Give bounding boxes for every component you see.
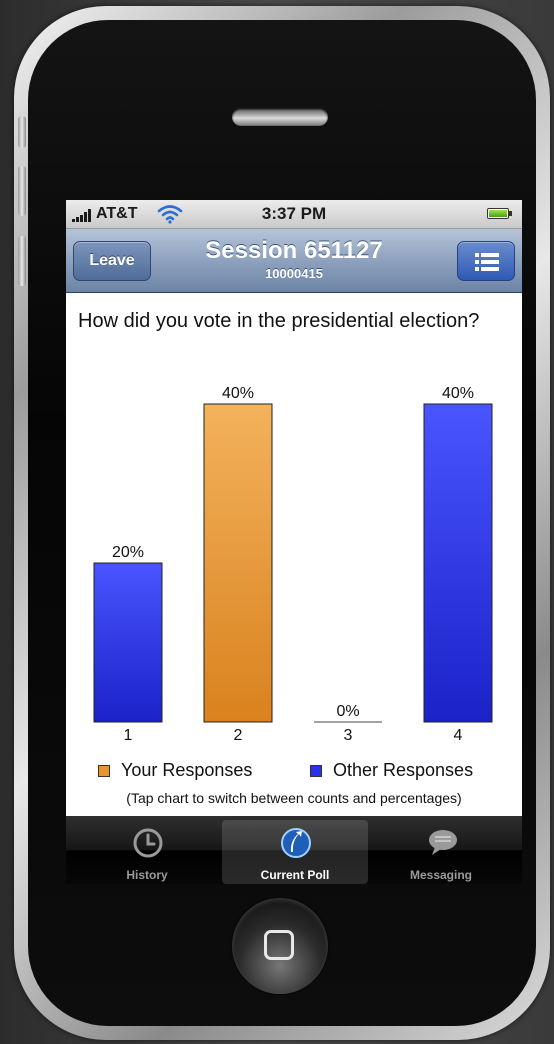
legend-label-other: Other Responses (333, 760, 474, 780)
clock-time: 3:37 PM (261, 204, 327, 223)
volume-down-button (18, 236, 26, 286)
legend-other-responses: Other Responses (310, 760, 473, 781)
list-icon (475, 253, 499, 271)
tab-history-label: History (126, 868, 168, 882)
home-button[interactable] (232, 898, 328, 994)
bar-value-label: 40% (222, 385, 254, 402)
category-label: 3 (344, 727, 353, 744)
chat-bubble-icon (429, 830, 457, 855)
chart-hint: (Tap chart to switch between counts and … (126, 790, 462, 806)
battery-icon (487, 208, 509, 219)
menu-button[interactable] (457, 241, 515, 281)
bar-1[interactable] (93, 562, 163, 723)
bar-4[interactable] (423, 403, 493, 723)
legend-your-responses: Your Responses (98, 760, 252, 781)
legend-label-your: Your Responses (121, 760, 253, 780)
bar-value-label: 40% (442, 385, 474, 402)
tab-messaging-label: Messaging (409, 868, 472, 882)
category-label: 4 (454, 727, 463, 744)
navigation-bar: Leave Session 651127 10000415 (66, 229, 522, 293)
poll-icon (281, 828, 311, 858)
bar-value-label: 20% (112, 544, 144, 561)
battery-tip (509, 211, 512, 216)
status-bar: AT&T 3:37 PM (66, 200, 522, 229)
tab-current-poll-label: Current Poll (260, 868, 330, 882)
device-stage: AT&T 3:37 PM Leave Session 651127 100004… (0, 0, 554, 1044)
session-title: Session 651127 (205, 237, 383, 264)
poll-question: How did you vote in the presidential ele… (78, 310, 480, 332)
category-label: 2 (234, 727, 243, 744)
silent-switch (18, 116, 26, 148)
tab-messaging[interactable]: Messaging (368, 820, 514, 884)
poll-results-chart[interactable]: 20%140%20%340%4 (66, 370, 522, 750)
bar-value-label: 0% (336, 703, 359, 720)
category-label: 1 (124, 727, 133, 744)
volume-up-button (18, 166, 26, 216)
phone-screen: AT&T 3:37 PM Leave Session 651127 100004… (66, 200, 522, 884)
home-square-icon (264, 930, 294, 960)
earpiece-speaker (232, 108, 328, 126)
clock-icon (133, 828, 163, 858)
bar-2[interactable] (203, 403, 273, 723)
tab-history[interactable]: History (74, 820, 220, 884)
session-subtitle: 10000415 (265, 266, 323, 281)
tab-current-poll[interactable]: Current Poll (222, 820, 368, 884)
legend-swatch-other (310, 764, 322, 777)
tab-bar: History Current Poll Messaging (66, 816, 522, 884)
legend-swatch-your (98, 764, 110, 777)
